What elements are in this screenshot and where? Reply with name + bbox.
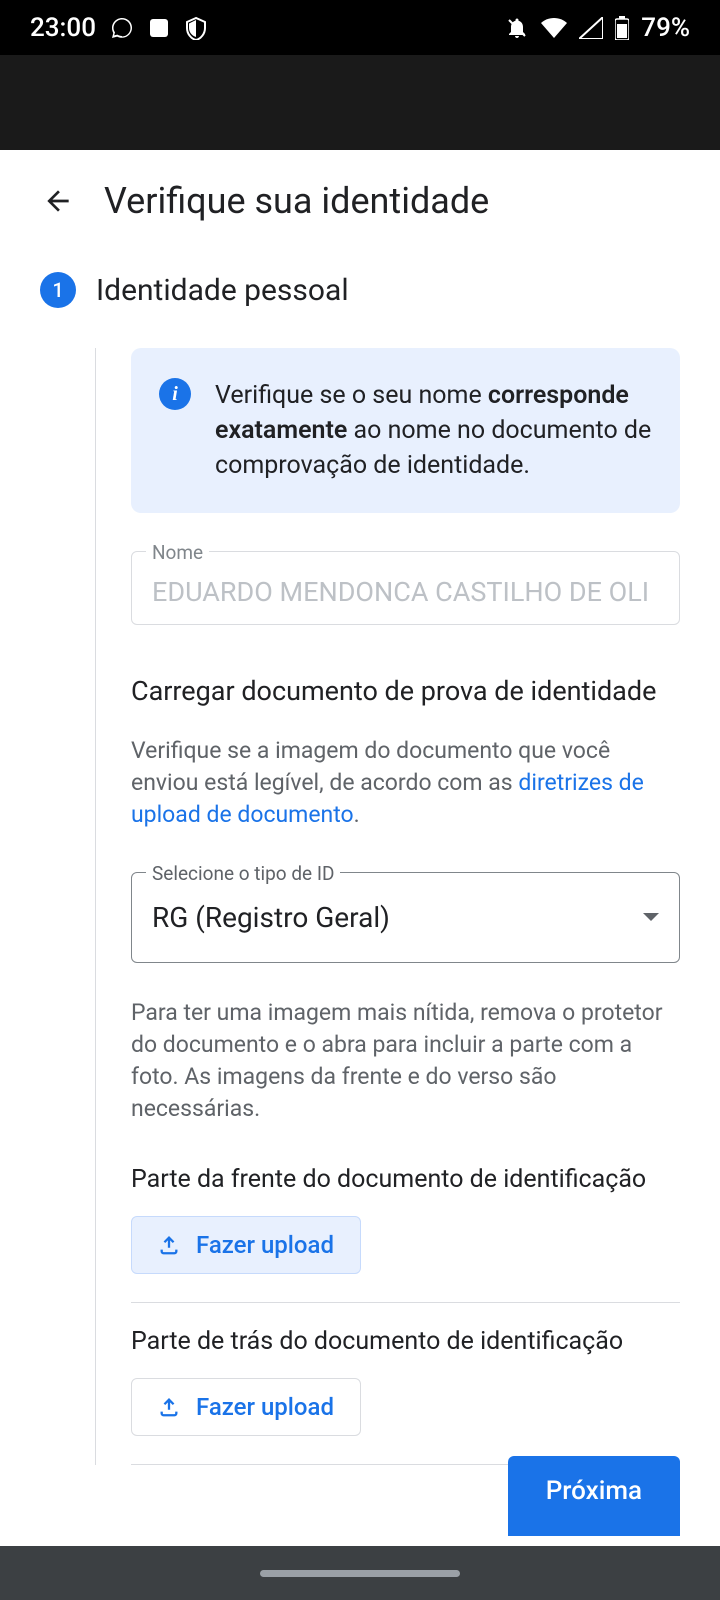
content-area: Verifique sua identidade 1 Identidade pe… <box>0 150 720 1465</box>
whatsapp-icon <box>110 16 134 40</box>
signal-icon <box>579 17 603 39</box>
info-text: Verifique se o seu nome corresponde exat… <box>215 378 652 483</box>
chevron-down-icon <box>643 913 659 921</box>
front-upload-button[interactable]: Fazer upload <box>131 1216 361 1274</box>
battery-icon <box>615 16 629 40</box>
id-type-label: Selecione o tipo de ID <box>146 862 340 885</box>
next-button[interactable]: Próxima <box>508 1456 680 1536</box>
step-header: 1 Identidade pessoal <box>40 272 680 308</box>
front-upload-title: Parte da frente do documento de identifi… <box>131 1165 680 1194</box>
status-bar: 23:00 79% <box>0 0 720 55</box>
name-field[interactable]: Nome EDUARDO MENDONCA CASTILHO DE OLI <box>131 551 680 625</box>
back-upload-label: Fazer upload <box>196 1393 334 1421</box>
step-number: 1 <box>40 272 76 308</box>
notification-off-icon <box>505 16 529 40</box>
nav-handle[interactable] <box>260 1570 460 1577</box>
back-upload-button[interactable]: Fazer upload <box>131 1378 361 1436</box>
step-title: Identidade pessoal <box>96 273 349 308</box>
step-content: i Verifique se o seu nome corresponde ex… <box>95 348 680 1465</box>
battery-percent: 79% <box>641 13 690 43</box>
upload-helper-text: Verifique se a imagem do documento que v… <box>131 735 680 832</box>
app-header-dark <box>0 55 720 150</box>
name-field-value: EDUARDO MENDONCA CASTILHO DE OLI <box>152 576 659 608</box>
id-instructions: Para ter uma imagem mais nítida, remova … <box>131 997 680 1126</box>
front-upload-label: Fazer upload <box>196 1231 334 1259</box>
info-icon: i <box>159 378 191 410</box>
square-icon <box>148 17 170 39</box>
id-type-select[interactable]: Selecione o tipo de ID RG (Registro Gera… <box>131 872 680 963</box>
upload-section-title: Carregar documento de prova de identidad… <box>131 675 680 707</box>
wifi-icon <box>541 18 567 38</box>
name-field-label: Nome <box>146 541 209 564</box>
upload-icon <box>158 1396 180 1418</box>
id-type-value: RG (Registro Geral) <box>152 901 390 934</box>
status-left: 23:00 <box>30 13 208 43</box>
info-alert: i Verifique se o seu nome corresponde ex… <box>131 348 680 513</box>
page-header: Verifique sua identidade <box>40 180 680 222</box>
divider <box>131 1302 680 1303</box>
status-time: 23:00 <box>30 13 96 43</box>
back-button[interactable] <box>40 183 76 219</box>
back-upload-title: Parte de trás do documento de identifica… <box>131 1327 680 1356</box>
upload-icon <box>158 1234 180 1256</box>
status-right: 79% <box>505 13 690 43</box>
nav-bar <box>0 1546 720 1600</box>
shield-icon <box>184 16 208 40</box>
page-title: Verifique sua identidade <box>104 180 489 222</box>
